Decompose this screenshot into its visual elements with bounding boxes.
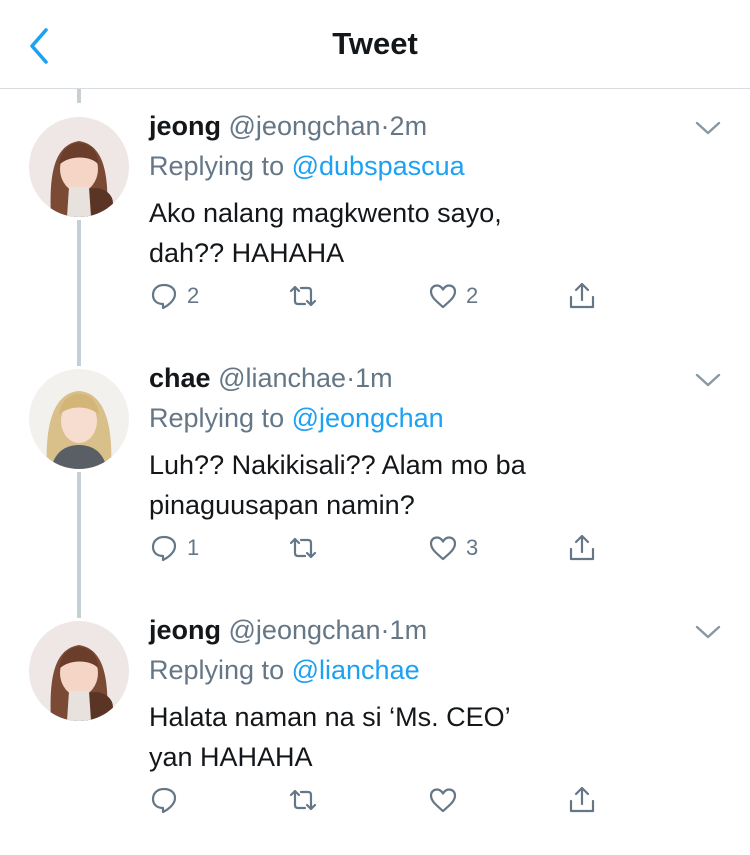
reply-icon (151, 535, 177, 562)
mention-link[interactable]: @jeongchan (292, 403, 444, 433)
tweet-text: Ako nalang magkwento sayo, dah?? HAHAHA (149, 193, 709, 273)
like-button[interactable]: 3 (428, 528, 478, 568)
reply-count: 2 (187, 283, 200, 308)
display-name[interactable]: jeong (149, 111, 221, 141)
heart-icon (429, 536, 457, 561)
separator: · (380, 111, 390, 141)
heart-icon (429, 788, 457, 813)
tweet-text: Halata naman na si ‘Ms. CEO’ yan HAHAHA (149, 697, 709, 777)
tweet[interactable]: jeong @jeongchan·2m Replying to @dubspas… (0, 101, 750, 351)
retweet-button[interactable] (288, 276, 326, 316)
heart-icon (429, 284, 457, 309)
tweet-text-line: Halata naman na si ‘Ms. CEO’ (149, 702, 511, 732)
retweet-button[interactable] (288, 780, 326, 820)
avatar[interactable] (29, 117, 129, 217)
replying-to: Replying to @dubspascua (149, 151, 465, 182)
tweet-text: Luh?? Nakikisali?? Alam mo ba pinaguusap… (149, 445, 709, 525)
action-bar (149, 780, 609, 820)
share-icon (569, 786, 595, 813)
avatar-photo (29, 369, 129, 469)
replying-prefix: Replying to (149, 403, 285, 433)
avatar-photo (29, 117, 129, 217)
like-button[interactable]: 2 (428, 276, 478, 316)
share-icon (569, 282, 595, 309)
action-bar: 1 3 (149, 528, 609, 568)
like-count: 3 (466, 535, 479, 560)
chevron-down-icon[interactable] (694, 371, 722, 389)
timestamp: 1m (389, 615, 428, 645)
retweet-button[interactable] (288, 528, 326, 568)
tweet-header: jeong @jeongchan·2m (149, 111, 427, 142)
tweet-text-line: pinaguusapan namin? (149, 490, 415, 520)
like-count: 2 (466, 283, 479, 308)
separator: · (380, 615, 390, 645)
retweet-icon (289, 285, 317, 307)
replying-prefix: Replying to (149, 151, 285, 181)
replying-to: Replying to @lianchae (149, 655, 420, 686)
share-button[interactable] (567, 528, 597, 568)
display-name[interactable]: chae (149, 363, 211, 393)
avatar[interactable] (29, 369, 129, 469)
tweet[interactable]: chae @lianchae·1m Replying to @jeongchan… (0, 353, 750, 603)
tweet-header: chae @lianchae·1m (149, 363, 393, 394)
reply-icon (151, 283, 177, 310)
timestamp: 1m (355, 363, 393, 393)
tweet-text-line: dah?? HAHAHA (149, 238, 345, 268)
share-button[interactable] (567, 780, 597, 820)
tweet[interactable]: jeong @jeongchan·1m Replying to @liancha… (0, 605, 750, 855)
username[interactable]: @jeongchan (229, 615, 381, 645)
retweet-icon (289, 537, 317, 559)
chevron-down-icon[interactable] (694, 623, 722, 641)
retweet-icon (289, 789, 317, 811)
tweet-text-line: Ako nalang magkwento sayo, (149, 198, 502, 228)
tweet-header: jeong @jeongchan·1m (149, 615, 427, 646)
action-bar: 2 2 (149, 276, 609, 316)
mention-link[interactable]: @dubspascua (292, 151, 465, 181)
avatar-photo (29, 621, 129, 721)
replying-prefix: Replying to (149, 655, 285, 685)
avatar[interactable] (29, 621, 129, 721)
reply-button[interactable]: 2 (149, 276, 199, 316)
reply-button[interactable] (149, 780, 187, 820)
mention-link[interactable]: @lianchae (292, 655, 420, 685)
like-button[interactable] (428, 780, 466, 820)
reply-button[interactable]: 1 (149, 528, 199, 568)
page-title: Tweet (332, 26, 418, 61)
share-button[interactable] (567, 276, 597, 316)
display-name[interactable]: jeong (149, 615, 221, 645)
reply-icon (151, 787, 177, 814)
separator: · (346, 363, 356, 393)
reply-count: 1 (187, 535, 200, 560)
username[interactable]: @lianchae (218, 363, 346, 393)
replying-to: Replying to @jeongchan (149, 403, 444, 434)
tweet-text-line: Luh?? Nakikisali?? Alam mo ba (149, 450, 526, 480)
username[interactable]: @jeongchan (229, 111, 381, 141)
timestamp: 2m (389, 111, 428, 141)
chevron-down-icon[interactable] (694, 119, 722, 137)
share-icon (569, 534, 595, 561)
top-bar: Tweet (0, 0, 750, 89)
tweet-text-line: yan HAHAHA (149, 742, 313, 772)
